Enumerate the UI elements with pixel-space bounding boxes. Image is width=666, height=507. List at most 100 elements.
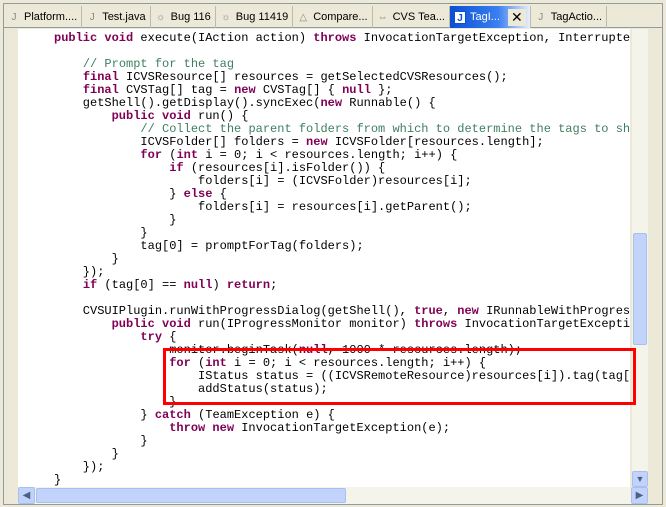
tab-bug-116[interactable]: ☼ Bug 116 — [151, 6, 216, 28]
code-token: }; — [370, 83, 393, 97]
keyword-token: int — [176, 148, 206, 162]
code-line: } — [54, 435, 630, 448]
scroll-down-button[interactable]: ▼ — [632, 471, 648, 487]
tab-label: Platform.... — [24, 11, 78, 23]
code-token: ) — [212, 278, 227, 292]
bug-icon: ☼ — [156, 11, 166, 23]
code-token: (resources[i].isFolder()) { — [190, 161, 386, 175]
tab-label: TagActio... — [550, 11, 603, 23]
comment-token: // Collect the parent folders from which… — [140, 122, 630, 136]
code-line: } — [54, 474, 630, 487]
java-file-icon: J — [11, 11, 17, 23]
bug-icon: ☼ — [221, 11, 231, 23]
keyword-token: throws — [313, 31, 364, 45]
editor-gutter — [4, 29, 18, 486]
code-token: { — [219, 187, 227, 201]
horizontal-scroll-thumb[interactable] — [36, 488, 346, 503]
code-token: } — [54, 252, 119, 266]
code-token: } — [54, 447, 119, 461]
keyword-token: true — [414, 304, 443, 318]
code-token: CVSTag[] tag = — [126, 83, 235, 97]
code-token: } — [54, 226, 148, 240]
tab-label: TagI... — [470, 11, 500, 23]
compare-icon: △ — [299, 11, 308, 23]
keyword-token: throws — [414, 317, 465, 331]
tab-cvs-tea[interactable]: ⇔ CVS Tea... — [373, 6, 450, 28]
keyword-token: new — [320, 96, 350, 110]
vertical-scrollbar[interactable]: ▼ — [632, 29, 648, 487]
keyword-token: new — [457, 304, 487, 318]
code-token: ICVSResource[] resources = getSelectedCV… — [126, 70, 508, 84]
code-token: CVSTag[] { — [262, 83, 343, 97]
editor-window: J Platform.... J Test.java ☼ Bug 116 ☼ Bug 1141… — [3, 3, 663, 505]
keyword-token: final — [82, 83, 127, 97]
code-token: }); — [54, 265, 105, 279]
code-token: tag[0] = promptForTag(folders); — [54, 239, 364, 253]
keyword-token: null — [342, 83, 371, 97]
keyword-token: final — [82, 70, 127, 84]
editor-tab-bar: J Platform.... J Test.java ☼ Bug 116 ☼ Bug 1141… — [4, 4, 662, 28]
code-token: ICVSFolder[resources.length]; — [334, 135, 544, 149]
code-token: InvocationTargetException(e); — [241, 421, 451, 435]
code-token: } — [54, 408, 155, 422]
code-line: }); — [54, 461, 630, 474]
code-token: } — [54, 213, 177, 227]
tab-bug-11419[interactable]: ☼ Bug 11419 — [216, 6, 294, 28]
scroll-left-button[interactable]: ◀ — [18, 487, 35, 504]
code-token: InvocationTargetException { — [464, 317, 631, 331]
highlight-box — [163, 348, 636, 405]
code-token: } — [54, 395, 177, 409]
code-token: i = 0; i < resources.length; i++) { — [205, 148, 458, 162]
code-token: (TeamException e) { — [198, 408, 335, 422]
keyword-token: public void — [54, 31, 141, 45]
tab-compare[interactable]: △ Compare... — [293, 6, 373, 28]
keyword-token: public void — [111, 109, 199, 123]
code-token: folders[i] = resources[i].getParent(); — [54, 200, 472, 214]
keyword-token: if — [82, 278, 105, 292]
tab-label: Bug 11419 — [235, 11, 289, 23]
code-token: ICVSFolder[] folders = — [54, 135, 307, 149]
tab-label: CVS Tea... — [392, 11, 445, 23]
code-token: , — [442, 304, 458, 318]
keyword-token: new — [234, 83, 263, 97]
tab-platform[interactable]: J Platform.... — [4, 6, 83, 28]
tab-tagi[interactable]: J TagI... ✕ — [450, 6, 531, 28]
code-line: public void execute(IAction action) thro… — [54, 32, 630, 45]
keyword-token: for — [140, 148, 170, 162]
horizontal-scrollbar[interactable]: ◀ ▶ — [18, 487, 648, 504]
code-token: run(IProgressMonitor monitor) — [198, 317, 415, 331]
code-line: } — [54, 448, 630, 461]
code-token: run() { — [198, 109, 249, 123]
keyword-token: throw new — [169, 421, 242, 435]
java-file-icon: J — [89, 11, 95, 23]
code-token: } — [54, 187, 184, 201]
scroll-right-button[interactable]: ▶ — [631, 487, 648, 504]
keyword-token: null — [183, 278, 213, 292]
code-line: } — [54, 253, 630, 266]
code-token: CVSUIPlugin.runWithProgressDialog(getShe… — [54, 304, 415, 318]
keyword-token: new — [306, 135, 335, 149]
keyword-token: public void — [111, 317, 199, 331]
code-token: } — [54, 434, 148, 448]
keyword-token: if — [169, 161, 191, 175]
code-text: public void execute(IAction action) thro… — [54, 32, 630, 487]
code-token: Runnable() { — [349, 96, 436, 110]
keyword-token: try — [140, 330, 170, 344]
java-file-icon: J — [454, 10, 466, 24]
tab-test-java[interactable]: J Test.java — [82, 6, 151, 28]
close-tab-icon[interactable]: ✕ — [507, 8, 526, 26]
code-token: InvocationTargetException, InterruptedEx… — [363, 31, 630, 45]
code-token: execute(IAction action) — [140, 31, 314, 45]
vertical-scroll-thumb[interactable] — [633, 233, 647, 345]
tab-tagactio[interactable]: J TagActio... — [531, 6, 608, 28]
keyword-token: return — [226, 278, 271, 292]
code-editor[interactable]: public void execute(IAction action) thro… — [18, 29, 630, 487]
